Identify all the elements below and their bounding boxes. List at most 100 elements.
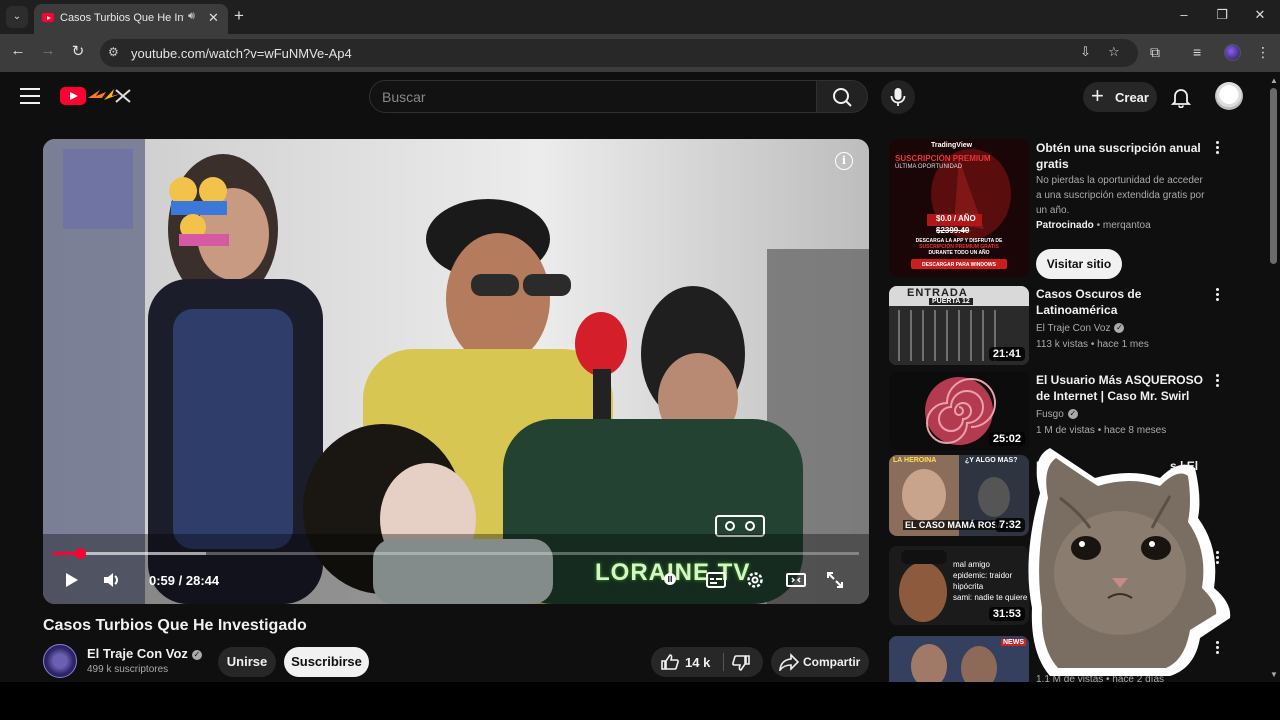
verified-check-icon: ✓ bbox=[191, 650, 202, 660]
bottom-black-bar bbox=[0, 682, 1280, 720]
scroll-down-icon[interactable]: ▼ bbox=[1270, 670, 1278, 679]
close-window-button[interactable]: ✕ bbox=[1250, 7, 1270, 23]
thumbnail-label: epidemic: traidor bbox=[953, 571, 1013, 580]
ad-sub: ÚLTIMA OPORTUNIDAD bbox=[895, 164, 963, 170]
browser-menu-icon[interactable]: ⋮ bbox=[1256, 44, 1270, 61]
create-button[interactable]: + Crear bbox=[1083, 82, 1157, 112]
back-button[interactable]: ← bbox=[7, 42, 29, 59]
tab-close-icon[interactable]: ✕ bbox=[208, 10, 219, 26]
autoplay-toggle-icon[interactable] bbox=[663, 571, 677, 587]
browser-profile-avatar[interactable] bbox=[1224, 44, 1241, 61]
ad-description: No pierdas la oportunidad de acceder a u… bbox=[1036, 175, 1205, 216]
site-info-icon[interactable]: ⚙︎ bbox=[108, 45, 119, 59]
browser-tab-active[interactable]: Casos Turbios Que He Investigado - YouTu… bbox=[34, 4, 228, 34]
fullscreen-icon[interactable] bbox=[825, 570, 845, 590]
install-app-icon[interactable]: ⇩ bbox=[1080, 44, 1091, 60]
ad-title[interactable]: Obtén una suscripción anual gratis bbox=[1036, 140, 1214, 172]
ad-sponsor-line: Patrocinado • merqantoa bbox=[1036, 220, 1151, 231]
create-label: Crear bbox=[1115, 90, 1149, 105]
tab-title: Casos Turbios Que He Investigado - YouTu… bbox=[60, 12, 184, 24]
channel-avatar[interactable] bbox=[43, 644, 77, 678]
video-thumbnail[interactable]: ENTRADA PUERTA 12 21:41 bbox=[889, 286, 1029, 365]
video-stats: 1 M de vistas • hace 8 meses bbox=[1036, 425, 1167, 436]
video-duration: 21:41 bbox=[988, 347, 1025, 361]
advertiser-name: merqantoa bbox=[1102, 220, 1151, 231]
like-dislike-group: 14 k bbox=[651, 647, 763, 677]
scroll-thumb[interactable] bbox=[1270, 88, 1277, 264]
thumbnail-text-left: LA HEROINA bbox=[893, 457, 937, 464]
video-title-link[interactable]: El Usuario Más ASQUEROSO de Internet | C… bbox=[1036, 372, 1214, 404]
youtube-doodle-logo[interactable] bbox=[86, 86, 136, 106]
more-options-icon[interactable] bbox=[1213, 288, 1221, 304]
sponsored-label: Patrocinado bbox=[1036, 220, 1094, 231]
info-icon[interactable]: i bbox=[835, 152, 853, 170]
new-tab-button[interactable]: + bbox=[234, 6, 244, 26]
play-icon[interactable] bbox=[61, 570, 81, 590]
theater-mode-icon[interactable] bbox=[785, 570, 807, 590]
video-title-link[interactable]: Casos Oscuros de Latinoamérica bbox=[1036, 286, 1214, 318]
settings-gear-icon[interactable] bbox=[745, 570, 765, 590]
channel-line: Fusgo ✓ bbox=[1036, 407, 1216, 422]
ad-download-label: DESCARGAR PARA WINDOWS bbox=[922, 262, 996, 268]
video-thumbnail[interactable]: 25:02 bbox=[889, 372, 1029, 450]
url-text[interactable]: youtube.com/watch?v=wFuNMVe-Ap4 bbox=[131, 46, 352, 61]
ad-price: $0.0 / AÑO bbox=[936, 214, 976, 223]
search-icon bbox=[833, 88, 852, 107]
page-scrollbar[interactable]: ▲ ▼ bbox=[1268, 72, 1280, 682]
sponsored-ad[interactable]: TradingView SUSCRIPCIÓN PREMIUM ÚLTIMA O… bbox=[889, 139, 1259, 279]
video-player[interactable]: i LORAINE TV 0:59 / 28:44 bbox=[43, 139, 869, 604]
youtube-logo[interactable] bbox=[60, 87, 86, 105]
channel-name[interactable]: Fusgo bbox=[1036, 409, 1064, 420]
subtitles-icon[interactable] bbox=[705, 570, 727, 590]
video-title: Casos Turbios Que He Investigado bbox=[43, 617, 307, 634]
visit-site-button[interactable]: Visitar sitio bbox=[1036, 249, 1122, 279]
progress-bar[interactable] bbox=[53, 548, 859, 559]
more-options-icon[interactable] bbox=[1213, 374, 1221, 390]
tab-audio-icon[interactable]: 🔊︎ bbox=[188, 10, 195, 23]
forward-button[interactable]: → bbox=[37, 42, 59, 59]
maximize-button[interactable]: ❐ bbox=[1212, 7, 1232, 23]
ad-thumbnail[interactable]: TradingView SUSCRIPCIÓN PREMIUM ÚLTIMA O… bbox=[889, 139, 1029, 277]
verified-check-icon: ✓ bbox=[1114, 323, 1125, 333]
channel-name[interactable]: El Traje Con Voz ✓ bbox=[87, 646, 202, 661]
share-button[interactable]: Compartir bbox=[771, 647, 869, 677]
thumbs-down-icon[interactable] bbox=[731, 654, 751, 672]
search-button[interactable] bbox=[816, 80, 868, 113]
thumbnail-caption: EL CASO MAMÁ ROSA bbox=[903, 520, 1006, 530]
account-avatar[interactable] bbox=[1215, 82, 1243, 110]
notifications-bell-icon[interactable] bbox=[1170, 86, 1192, 108]
thumbnail-label: sami: nadie te quiere bbox=[953, 593, 1028, 602]
ad-brand: TradingView bbox=[931, 142, 973, 149]
subscribe-button[interactable]: Suscribirse bbox=[284, 647, 369, 677]
voice-search-button[interactable] bbox=[881, 80, 915, 114]
share-label: Compartir bbox=[803, 655, 861, 669]
hamburger-menu-icon[interactable] bbox=[20, 88, 40, 104]
ad-line-3: DURANTE TODO UN AÑO bbox=[928, 250, 990, 256]
minimize-button[interactable]: – bbox=[1174, 7, 1194, 22]
more-options-icon[interactable] bbox=[1213, 141, 1221, 157]
scroll-up-icon[interactable]: ▲ bbox=[1270, 76, 1278, 85]
reload-button[interactable]: ↻ bbox=[67, 42, 89, 60]
tab-search-button[interactable]: ⌄ bbox=[6, 6, 28, 28]
thumbnail-text-right: ¿Y ALGO MAS? bbox=[965, 457, 1018, 464]
like-count[interactable]: 14 k bbox=[685, 655, 710, 670]
cat-sticker-image bbox=[1028, 448, 1231, 676]
media-control-icon[interactable]: ≡ bbox=[1193, 44, 1201, 60]
search-box bbox=[369, 80, 817, 113]
related-video[interactable]: ENTRADA PUERTA 12 21:41 Casos Oscuros de… bbox=[889, 286, 1259, 366]
address-bar[interactable]: ⚙︎ youtube.com/watch?v=wFuNMVe-Ap4 ⇩ ☆ bbox=[100, 39, 1138, 67]
channel-name[interactable]: El Traje Con Voz bbox=[1036, 323, 1110, 334]
channel-name-text[interactable]: El Traje Con Voz bbox=[87, 646, 188, 661]
join-button[interactable]: Unirse bbox=[218, 647, 276, 677]
video-thumbnail[interactable]: NEWS bbox=[889, 636, 1029, 682]
volume-icon[interactable] bbox=[101, 570, 123, 590]
thumbs-up-icon[interactable] bbox=[660, 653, 680, 671]
time-display: 0:59 / 28:44 bbox=[149, 573, 220, 588]
youtube-favicon-icon bbox=[42, 13, 54, 22]
search-input[interactable] bbox=[382, 87, 802, 107]
youtube-header: + Crear bbox=[0, 72, 1268, 124]
bookmark-star-icon[interactable]: ☆ bbox=[1108, 44, 1120, 60]
video-thumbnail[interactable]: mal amigo epidemic: traidor hipócrita sa… bbox=[889, 546, 1029, 625]
video-thumbnail[interactable]: LA HEROINA ¿Y ALGO MAS? EL CASO MAMÁ ROS… bbox=[889, 455, 1029, 536]
extensions-icon[interactable]: ⧉ bbox=[1150, 44, 1160, 61]
